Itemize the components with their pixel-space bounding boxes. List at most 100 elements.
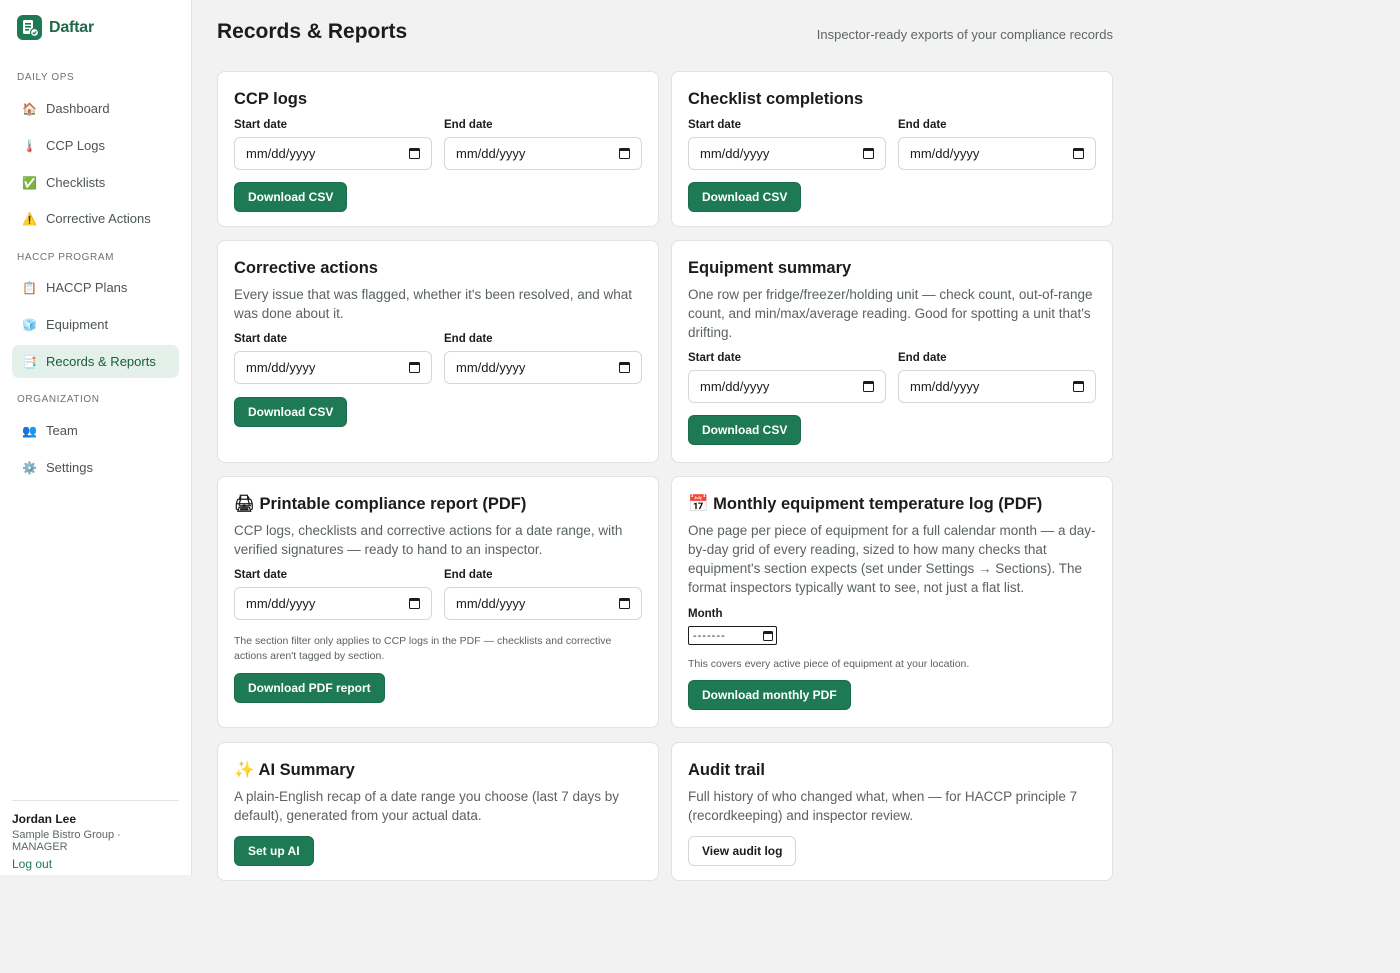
- corrective-actions-card: Corrective actions Every issue that was …: [217, 240, 659, 463]
- start-date-input[interactable]: mm/dd/yyyy: [234, 351, 432, 384]
- ai-summary-card: ✨ AI Summary A plain-English recap of a …: [217, 742, 659, 881]
- brand[interactable]: Daftar: [17, 15, 94, 40]
- month-input[interactable]: -------: [688, 626, 777, 645]
- bookmark-tabs-icon: 📑: [22, 354, 37, 369]
- calendar-icon[interactable]: [619, 598, 630, 609]
- card-title: ✨ AI Summary: [234, 760, 642, 780]
- house-icon: 🏠: [22, 101, 37, 116]
- card-title-text: AI Summary: [258, 761, 355, 779]
- download-csv-button[interactable]: Download CSV: [688, 182, 802, 212]
- calendar-icon[interactable]: [409, 362, 420, 373]
- download-monthly-pdf-button[interactable]: Download monthly PDF: [688, 680, 851, 710]
- card-title: 📅 Monthly equipment temperature log (PDF…: [688, 494, 1096, 514]
- download-csv-button[interactable]: Download CSV: [234, 182, 348, 212]
- equipment-summary-card: Equipment summary One row per fridge/fre…: [671, 240, 1113, 463]
- monthly-note: This covers every active piece of equipm…: [688, 658, 970, 670]
- start-date-input[interactable]: mm/dd/yyyy: [234, 587, 432, 620]
- start-date-label: Start date: [688, 352, 742, 364]
- start-date-label: Start date: [234, 119, 288, 131]
- date-placeholder: mm/dd/yyyy: [456, 146, 526, 161]
- gear-icon: ⚙️: [22, 460, 37, 475]
- download-pdf-report-button[interactable]: Download PDF report: [234, 673, 385, 703]
- view-audit-log-button[interactable]: View audit log: [688, 836, 797, 866]
- page-title: Records & Reports: [217, 20, 408, 43]
- sidebar-item-equipment[interactable]: 🧊 Equipment: [12, 308, 179, 341]
- sidebar-item-label: Checklists: [46, 175, 106, 190]
- sidebar-item-label: Corrective Actions: [46, 211, 151, 226]
- download-csv-button[interactable]: Download CSV: [688, 415, 802, 445]
- calendar-icon[interactable]: [1073, 381, 1084, 392]
- sidebar-item-team[interactable]: 👥 Team: [12, 414, 179, 447]
- thermometer-icon: 🌡️: [22, 138, 37, 153]
- card-title: Equipment summary: [688, 259, 852, 277]
- date-placeholder: mm/dd/yyyy: [700, 379, 770, 394]
- ice-cube-icon: 🧊: [22, 317, 37, 332]
- page-subtitle: Inspector-ready exports of your complian…: [816, 27, 1113, 42]
- end-date-input[interactable]: mm/dd/yyyy: [444, 351, 642, 384]
- end-date-input[interactable]: mm/dd/yyyy: [444, 137, 642, 170]
- date-placeholder: mm/dd/yyyy: [700, 146, 770, 161]
- sidebar-item-records-reports[interactable]: 📑 Records & Reports: [12, 345, 179, 378]
- nav-section-haccp-program: HACCP PROGRAM: [17, 252, 115, 263]
- end-date-label: End date: [444, 119, 493, 131]
- sidebar-item-dashboard[interactable]: 🏠 Dashboard: [12, 92, 179, 125]
- end-date-input[interactable]: mm/dd/yyyy: [898, 370, 1096, 403]
- calendar-icon[interactable]: [409, 598, 420, 609]
- calendar-icon[interactable]: [863, 148, 874, 159]
- calendar-emoji-icon: 📅: [688, 495, 709, 513]
- card-description: Every issue that was flagged, whether it…: [234, 287, 633, 321]
- card-description: CCP logs, checklists and corrective acti…: [234, 523, 623, 557]
- calendar-icon[interactable]: [763, 630, 773, 641]
- sidebar-item-checklists[interactable]: ✅ Checklists: [12, 166, 179, 199]
- date-range: Start date mm/dd/yyyy End date mm/dd/yyy…: [234, 568, 642, 620]
- clipboard-icon: 📋: [22, 280, 37, 295]
- start-date-input[interactable]: mm/dd/yyyy: [234, 137, 432, 170]
- date-range: Start date mm/dd/yyyy End date mm/dd/yyy…: [234, 118, 642, 170]
- set-up-ai-button[interactable]: Set up AI: [234, 836, 314, 866]
- people-icon: 👥: [22, 423, 37, 438]
- sidebar-item-haccp-plans[interactable]: 📋 HACCP Plans: [12, 271, 179, 304]
- card-title: CCP logs: [234, 90, 308, 108]
- audit-trail-card: Audit trail Full history of who changed …: [671, 742, 1113, 881]
- calendar-icon[interactable]: [409, 148, 420, 159]
- user-name: Jordan Lee: [12, 812, 77, 826]
- sidebar-item-corrective-actions[interactable]: ⚠️ Corrective Actions: [12, 202, 179, 235]
- logout-link[interactable]: Log out: [12, 857, 52, 871]
- sidebar-item-label: Settings: [46, 460, 93, 475]
- date-range: Start date mm/dd/yyyy End date mm/dd/yyy…: [688, 351, 1096, 403]
- user-org-role: Sample Bistro Group · MANAGER: [12, 829, 121, 853]
- checklist-completions-card: Checklist completions Start date mm/dd/y…: [671, 71, 1113, 227]
- start-date-input[interactable]: mm/dd/yyyy: [688, 370, 886, 403]
- date-range: Start date mm/dd/yyyy End date mm/dd/yyy…: [688, 118, 1096, 170]
- card-title: Checklist completions: [688, 90, 864, 108]
- calendar-icon[interactable]: [863, 381, 874, 392]
- month-placeholder: -------: [693, 629, 726, 642]
- printer-icon: 🖨: [234, 495, 255, 513]
- download-csv-button[interactable]: Download CSV: [234, 397, 348, 427]
- calendar-icon[interactable]: [1073, 148, 1084, 159]
- end-date-input[interactable]: mm/dd/yyyy: [444, 587, 642, 620]
- end-date-input[interactable]: mm/dd/yyyy: [898, 137, 1096, 170]
- card-title: Audit trail: [688, 761, 765, 779]
- end-date-label: End date: [444, 569, 493, 581]
- calendar-icon[interactable]: [619, 362, 630, 373]
- sparkles-icon: ✨: [234, 761, 255, 779]
- date-placeholder: mm/dd/yyyy: [910, 146, 980, 161]
- date-range: Start date mm/dd/yyyy End date mm/dd/yyy…: [234, 332, 642, 384]
- date-placeholder: mm/dd/yyyy: [246, 146, 316, 161]
- ccp-logs-card: CCP logs Start date mm/dd/yyyy End date …: [217, 71, 659, 227]
- date-placeholder: mm/dd/yyyy: [456, 596, 526, 611]
- calendar-icon[interactable]: [619, 148, 630, 159]
- user-panel: Jordan Lee Sample Bistro Group · MANAGER…: [12, 800, 179, 873]
- monthly-temperature-log-card: 📅 Monthly equipment temperature log (PDF…: [671, 476, 1113, 728]
- date-placeholder: mm/dd/yyyy: [246, 360, 316, 375]
- nav-section-daily-ops: DAILY OPS: [17, 72, 75, 83]
- start-date-input[interactable]: mm/dd/yyyy: [688, 137, 886, 170]
- sidebar-item-settings[interactable]: ⚙️ Settings: [12, 451, 179, 484]
- sidebar: Daftar DAILY OPS 🏠 Dashboard 🌡️ CCP Logs…: [0, 0, 192, 875]
- warning-icon: ⚠️: [22, 211, 37, 226]
- section-filter-note: The section filter only applies to CCP l…: [234, 635, 612, 662]
- card-title: Corrective actions: [234, 259, 378, 277]
- sidebar-item-ccp-logs[interactable]: 🌡️ CCP Logs: [12, 129, 179, 162]
- end-date-label: End date: [444, 333, 493, 345]
